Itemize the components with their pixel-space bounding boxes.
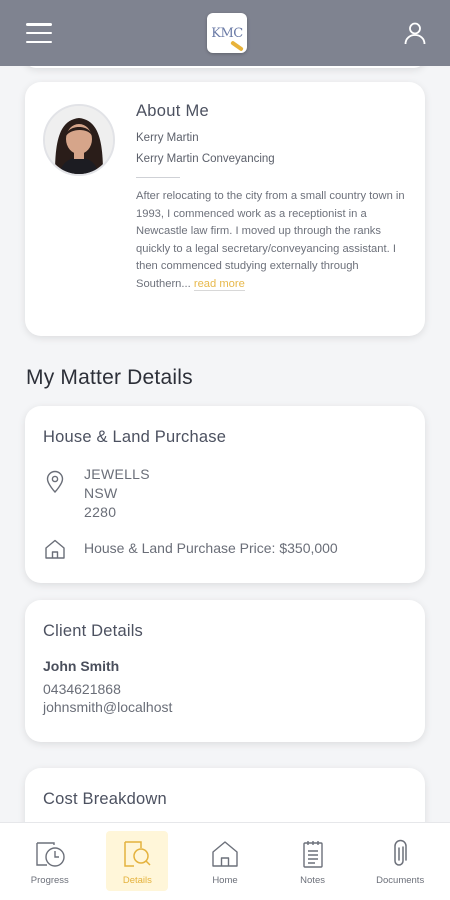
kmc-logo[interactable]: KMC <box>207 13 247 53</box>
paperclip-icon <box>394 839 407 866</box>
matter-address: JEWELLS NSW 2280 <box>84 465 150 522</box>
bottom-nav: Progress Details Home Notes Documents <box>0 822 450 900</box>
nav-label-notes: Notes <box>300 875 325 886</box>
address-suburb: JEWELLS <box>84 466 150 482</box>
about-bio-text: After relocating to the city from a smal… <box>136 190 405 290</box>
about-me-card: About Me Kerry Martin Kerry Martin Conve… <box>25 82 425 336</box>
matter-title: House & Land Purchase <box>43 428 227 446</box>
nav-item-home[interactable]: Home <box>194 831 256 891</box>
previous-card-edge <box>25 66 425 68</box>
progress-clock-icon <box>36 842 65 867</box>
nav-label-details: Details <box>122 875 152 886</box>
logo-swoosh <box>230 40 244 52</box>
about-title: About Me <box>136 102 210 120</box>
nav-item-documents[interactable]: Documents <box>369 831 431 891</box>
nav-item-notes[interactable]: Notes <box>282 831 344 891</box>
nav-item-details[interactable]: Details <box>106 831 169 891</box>
purchase-price: House & Land Purchase Price: $350,000 <box>84 540 338 556</box>
client-phone[interactable]: 0434621868 <box>43 681 121 697</box>
nav-label-progress: Progress <box>30 875 69 886</box>
nav-label-home: Home <box>212 875 238 886</box>
cost-breakdown-card[interactable]: Cost Breakdown <box>25 768 425 822</box>
address-state: NSW <box>84 485 118 501</box>
home-icon <box>212 841 238 867</box>
about-bio: After relocating to the city from a smal… <box>136 188 406 294</box>
logo-text: KMC <box>211 25 243 41</box>
read-more-link[interactable]: read more <box>193 277 245 291</box>
cost-title: Cost Breakdown <box>43 790 167 808</box>
about-name: Kerry Martin <box>136 132 199 144</box>
location-pin-icon <box>46 470 64 494</box>
client-email[interactable]: johnsmith@localhost <box>43 699 172 715</box>
details-search-icon <box>124 841 151 867</box>
nav-item-progress[interactable]: Progress <box>19 831 81 891</box>
about-company: Kerry Martin Conveyancing <box>136 153 275 165</box>
about-text-block: About Me Kerry Martin Kerry Martin Conve… <box>136 102 406 294</box>
nav-label-documents: Documents <box>376 875 425 886</box>
client-details-card: Client Details John Smith 0434621868 joh… <box>25 600 425 742</box>
address-postcode: 2280 <box>84 504 117 520</box>
notes-icon <box>302 841 323 868</box>
user-profile-icon[interactable] <box>402 20 428 46</box>
app-header: KMC <box>0 0 450 66</box>
about-divider <box>136 177 180 178</box>
client-title: Client Details <box>43 622 144 640</box>
house-icon <box>45 539 65 559</box>
section-title: My Matter Details <box>26 366 193 389</box>
client-name: John Smith <box>43 658 120 674</box>
matter-card: House & Land Purchase JEWELLS NSW 2280 H… <box>25 406 425 583</box>
avatar <box>43 104 115 176</box>
avatar-portrait <box>45 106 113 174</box>
hamburger-menu-icon[interactable] <box>26 23 52 43</box>
main-scroll-area[interactable]: About Me Kerry Martin Kerry Martin Conve… <box>0 66 450 822</box>
